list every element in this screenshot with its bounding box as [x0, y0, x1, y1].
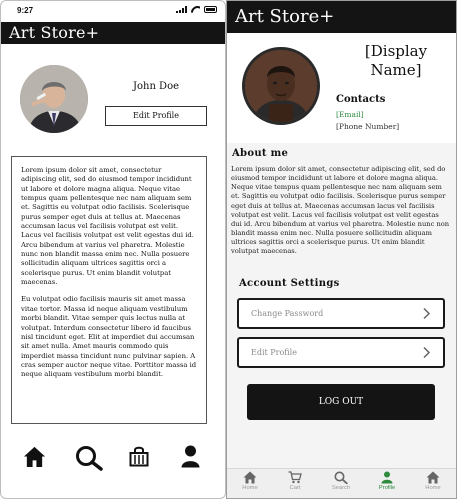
status-bar: 9:27	[1, 1, 225, 21]
edit-profile-button[interactable]: Edit Profile	[237, 337, 445, 368]
status-icons	[176, 6, 217, 13]
change-password-button[interactable]: Change Password	[237, 298, 445, 329]
wireframe-screen: 9:27 Art Store+ John Doe Edit Profile Lo…	[0, 0, 226, 499]
user-icon[interactable]	[181, 445, 200, 468]
edit-profile-label: Edit Profile	[251, 348, 297, 357]
profile-card: [Display Name] Contacts [Email] [Phone N…	[227, 33, 456, 143]
display-name: [Display Name]	[364, 42, 428, 79]
about-heading: About me	[232, 148, 289, 159]
home-icon	[243, 471, 257, 484]
brand-title: Art Store+	[9, 23, 100, 42]
bottom-nav	[1, 445, 225, 485]
battery-icon	[204, 6, 217, 13]
wifi-icon	[191, 6, 200, 13]
tab-home[interactable]: Home	[230, 471, 270, 491]
app-header: Art Store+	[227, 1, 456, 33]
profile-name: John Doe	[132, 81, 180, 92]
tab-label: Cart	[289, 485, 301, 491]
search-icon	[334, 471, 348, 484]
avatar	[20, 65, 88, 133]
home-icon	[426, 471, 440, 484]
body-paragraph: Eu volutpat odio facilisis mauris sit am…	[21, 295, 197, 379]
chevron-right-icon	[423, 307, 431, 320]
body-paragraph: Lorem ipsum dolor sit amet, consectetur …	[21, 166, 194, 287]
cart-icon	[288, 471, 302, 484]
change-password-label: Change Password	[251, 309, 324, 318]
brand-title: Art Store+	[235, 6, 335, 27]
phone-number: [Phone Number]	[336, 122, 400, 131]
about-text-box: Lorem ipsum dolor sit amet, consectetur …	[11, 156, 207, 424]
tab-cart[interactable]: Cart	[275, 471, 315, 491]
about-text: Lorem ipsum dolor sit amet, consectetur …	[231, 165, 450, 256]
app-header: Art Store+	[1, 22, 225, 44]
tab-label: Search	[331, 485, 351, 491]
tab-search[interactable]: Search	[321, 471, 361, 491]
user-icon	[381, 471, 393, 484]
email-link[interactable]: [Email]	[336, 110, 364, 119]
tab-profile[interactable]: Profile	[367, 471, 407, 491]
chevron-right-icon	[423, 346, 431, 359]
signal-icon	[176, 6, 187, 13]
edit-profile-button[interactable]: Edit Profile	[105, 106, 207, 126]
tab-label: Home	[425, 485, 441, 491]
tab-label: Home	[242, 485, 258, 491]
account-settings-heading: Account Settings	[239, 278, 340, 289]
tab-label: Profile	[378, 485, 396, 491]
avatar	[242, 47, 320, 125]
tab-home-secondary[interactable]: Home	[413, 471, 453, 491]
logout-button[interactable]: LOG OUT	[247, 384, 435, 420]
shopping-bag-icon[interactable]	[129, 445, 149, 467]
profile-screen: Art Store+ [Display Name] Contacts [Emai…	[226, 0, 457, 499]
status-time: 9:27	[17, 6, 34, 15]
bottom-tab-bar: Home Cart Search Profile Home	[227, 468, 456, 498]
home-icon[interactable]	[23, 445, 46, 468]
contacts-heading: Contacts	[336, 94, 386, 105]
search-icon[interactable]	[75, 445, 103, 471]
